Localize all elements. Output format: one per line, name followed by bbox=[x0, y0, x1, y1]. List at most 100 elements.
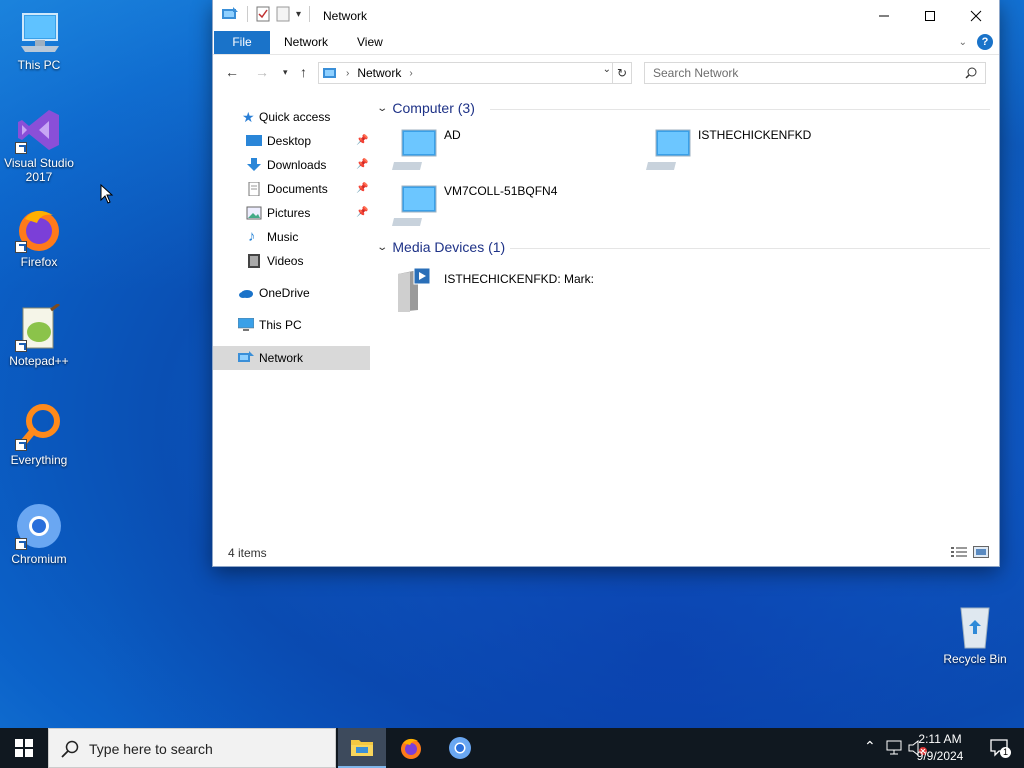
details-view-icon[interactable] bbox=[951, 546, 967, 558]
window-title: Network bbox=[323, 9, 368, 23]
up-arrow-icon[interactable]: ↑ bbox=[300, 64, 307, 80]
pin-icon: 📌 bbox=[356, 135, 369, 146]
network-folder-icon bbox=[222, 7, 238, 19]
group-title: Media Devices (1) bbox=[392, 239, 506, 255]
minimize-icon bbox=[879, 15, 889, 16]
network-icon bbox=[238, 351, 254, 362]
address-bar[interactable]: › Network › ⌄ ↻ bbox=[318, 62, 632, 84]
clock-date: 9/9/2024 bbox=[916, 749, 964, 763]
customize-quick-access-chevron-icon[interactable]: ▾ bbox=[296, 9, 301, 20]
nav-item-label: Downloads bbox=[267, 158, 327, 172]
windows-logo-icon bbox=[15, 739, 33, 757]
breadcrumb-separator-icon[interactable]: › bbox=[409, 68, 412, 79]
desktop-icon-firefox[interactable]: Firefox bbox=[1, 205, 77, 269]
list-item[interactable]: AD bbox=[392, 128, 632, 174]
breadcrumb-network[interactable]: Network bbox=[357, 66, 401, 80]
desktop-icon-label: Firefox bbox=[20, 255, 58, 269]
taskbar-chromium[interactable] bbox=[436, 728, 484, 768]
list-item[interactable]: ISTHECHICKENFKD bbox=[646, 128, 886, 174]
tab-view[interactable]: View bbox=[343, 31, 397, 54]
nav-item-quick-access[interactable]: ★ Quick access bbox=[213, 105, 370, 129]
file-explorer-window[interactable]: ▾ Network File Network View ⌄ ? ← → ▾ ↑ bbox=[213, 0, 999, 566]
desktop-icon-label: This PC bbox=[17, 58, 61, 72]
network-status-icon[interactable] bbox=[886, 740, 904, 756]
media-server-icon bbox=[398, 267, 431, 312]
search-box[interactable]: Search Network bbox=[644, 62, 986, 84]
refresh-icon[interactable]: ↻ bbox=[612, 62, 632, 84]
chevron-down-icon: ⌄ bbox=[376, 102, 389, 114]
new-folder-icon[interactable] bbox=[276, 6, 290, 22]
list-item[interactable]: VM7COLL-51BQFN4 bbox=[392, 184, 632, 230]
this-pc-icon bbox=[15, 8, 63, 56]
close-icon bbox=[970, 10, 982, 21]
desktop-icon-everything[interactable]: Everything bbox=[1, 403, 77, 467]
nav-item-music[interactable]: ♪ Music bbox=[213, 225, 370, 249]
forward-arrow-icon[interactable]: → bbox=[255, 64, 269, 80]
firefox-icon bbox=[401, 738, 421, 759]
desktop-icon-visual-studio[interactable]: Visual Studio 2017 bbox=[1, 106, 77, 184]
search-input[interactable]: Search Network bbox=[653, 66, 738, 80]
view-toggle bbox=[951, 546, 989, 558]
group-header-computer[interactable]: ⌄ Computer (3) bbox=[376, 100, 475, 116]
close-button[interactable] bbox=[953, 0, 999, 31]
music-note-icon: ♪ bbox=[248, 228, 256, 245]
desktop-icon-this-pc[interactable]: This PC bbox=[1, 8, 77, 72]
nav-item-onedrive[interactable]: OneDrive bbox=[213, 281, 370, 305]
media-device-name: ISTHECHICKENFKD: Mark: bbox=[444, 272, 595, 286]
nav-item-documents[interactable]: Documents 📌 bbox=[213, 177, 370, 201]
nav-item-pictures[interactable]: Pictures 📌 bbox=[213, 201, 370, 225]
list-item[interactable]: ISTHECHICKENFKD: Mark: bbox=[392, 266, 692, 314]
shortcut-arrow-icon bbox=[15, 538, 27, 550]
tab-network[interactable]: Network bbox=[270, 31, 342, 54]
expand-ribbon-chevron-icon[interactable]: ⌄ bbox=[959, 37, 967, 48]
separator bbox=[309, 6, 311, 22]
maximize-button[interactable] bbox=[907, 0, 953, 31]
nav-item-downloads[interactable]: Downloads 📌 bbox=[213, 153, 370, 177]
nav-item-videos[interactable]: Videos bbox=[213, 249, 370, 273]
tab-file[interactable]: File bbox=[214, 31, 270, 54]
title-bar[interactable]: ▾ Network bbox=[213, 0, 999, 31]
chevron-down-icon: ⌄ bbox=[376, 241, 389, 253]
address-dropdown-chevron-icon[interactable]: ⌄ bbox=[603, 64, 611, 75]
start-button[interactable] bbox=[0, 728, 48, 768]
show-hidden-icons-chevron-icon[interactable]: ⌃ bbox=[864, 738, 876, 755]
computer-name: AD bbox=[444, 128, 461, 142]
desktop-icon-label: Chromium bbox=[11, 552, 67, 566]
status-item-count: 4 items bbox=[228, 546, 267, 560]
desktop-icon-recycle-bin[interactable]: Recycle Bin bbox=[937, 602, 1013, 666]
taskbar-firefox[interactable] bbox=[387, 728, 435, 768]
taskbar-search-box[interactable]: Type here to search bbox=[48, 728, 336, 768]
nav-item-this-pc[interactable]: This PC bbox=[213, 313, 370, 337]
shortcut-arrow-icon bbox=[15, 142, 27, 154]
desktop-icon-notepad-plus-plus[interactable]: Notepad++ bbox=[1, 302, 77, 368]
back-arrow-icon[interactable]: ← bbox=[225, 64, 239, 80]
action-center-button[interactable]: 1 bbox=[990, 738, 1011, 763]
file-explorer-icon bbox=[351, 740, 373, 756]
desktop-folder-icon bbox=[246, 135, 262, 146]
large-icons-view-icon[interactable] bbox=[973, 546, 989, 558]
properties-icon[interactable] bbox=[256, 6, 270, 22]
minimize-button[interactable] bbox=[861, 0, 907, 31]
desktop-icon-chromium[interactable]: Chromium bbox=[1, 502, 77, 566]
download-arrow-icon bbox=[247, 158, 261, 171]
ribbon-tabs: File Network View ⌄ ? bbox=[213, 31, 999, 55]
firefox-icon bbox=[15, 205, 63, 253]
nav-item-label: Music bbox=[267, 230, 299, 244]
chromium-icon bbox=[449, 737, 471, 759]
nav-item-desktop[interactable]: Desktop 📌 bbox=[213, 129, 370, 153]
nav-item-label: This PC bbox=[259, 318, 302, 332]
pictures-icon bbox=[246, 206, 262, 220]
group-header-media-devices[interactable]: ⌄ Media Devices (1) bbox=[376, 239, 506, 255]
computer-icon bbox=[238, 318, 254, 331]
clock[interactable]: 2:11 AM 9/9/2024 bbox=[910, 731, 970, 765]
network-icon bbox=[323, 68, 336, 78]
taskbar-file-explorer[interactable] bbox=[338, 728, 386, 768]
address-row: ← → ▾ ↑ › Network › ⌄ ↻ Search Network bbox=[213, 55, 999, 91]
recent-locations-chevron-icon[interactable]: ▾ bbox=[283, 67, 288, 78]
taskbar-search-input[interactable]: Type here to search bbox=[89, 741, 213, 757]
help-button[interactable]: ? bbox=[977, 34, 993, 50]
shortcut-arrow-icon bbox=[15, 439, 27, 451]
nav-item-network[interactable]: Network bbox=[213, 346, 370, 370]
cloud-icon bbox=[239, 290, 253, 298]
visual-studio-icon bbox=[15, 106, 63, 154]
